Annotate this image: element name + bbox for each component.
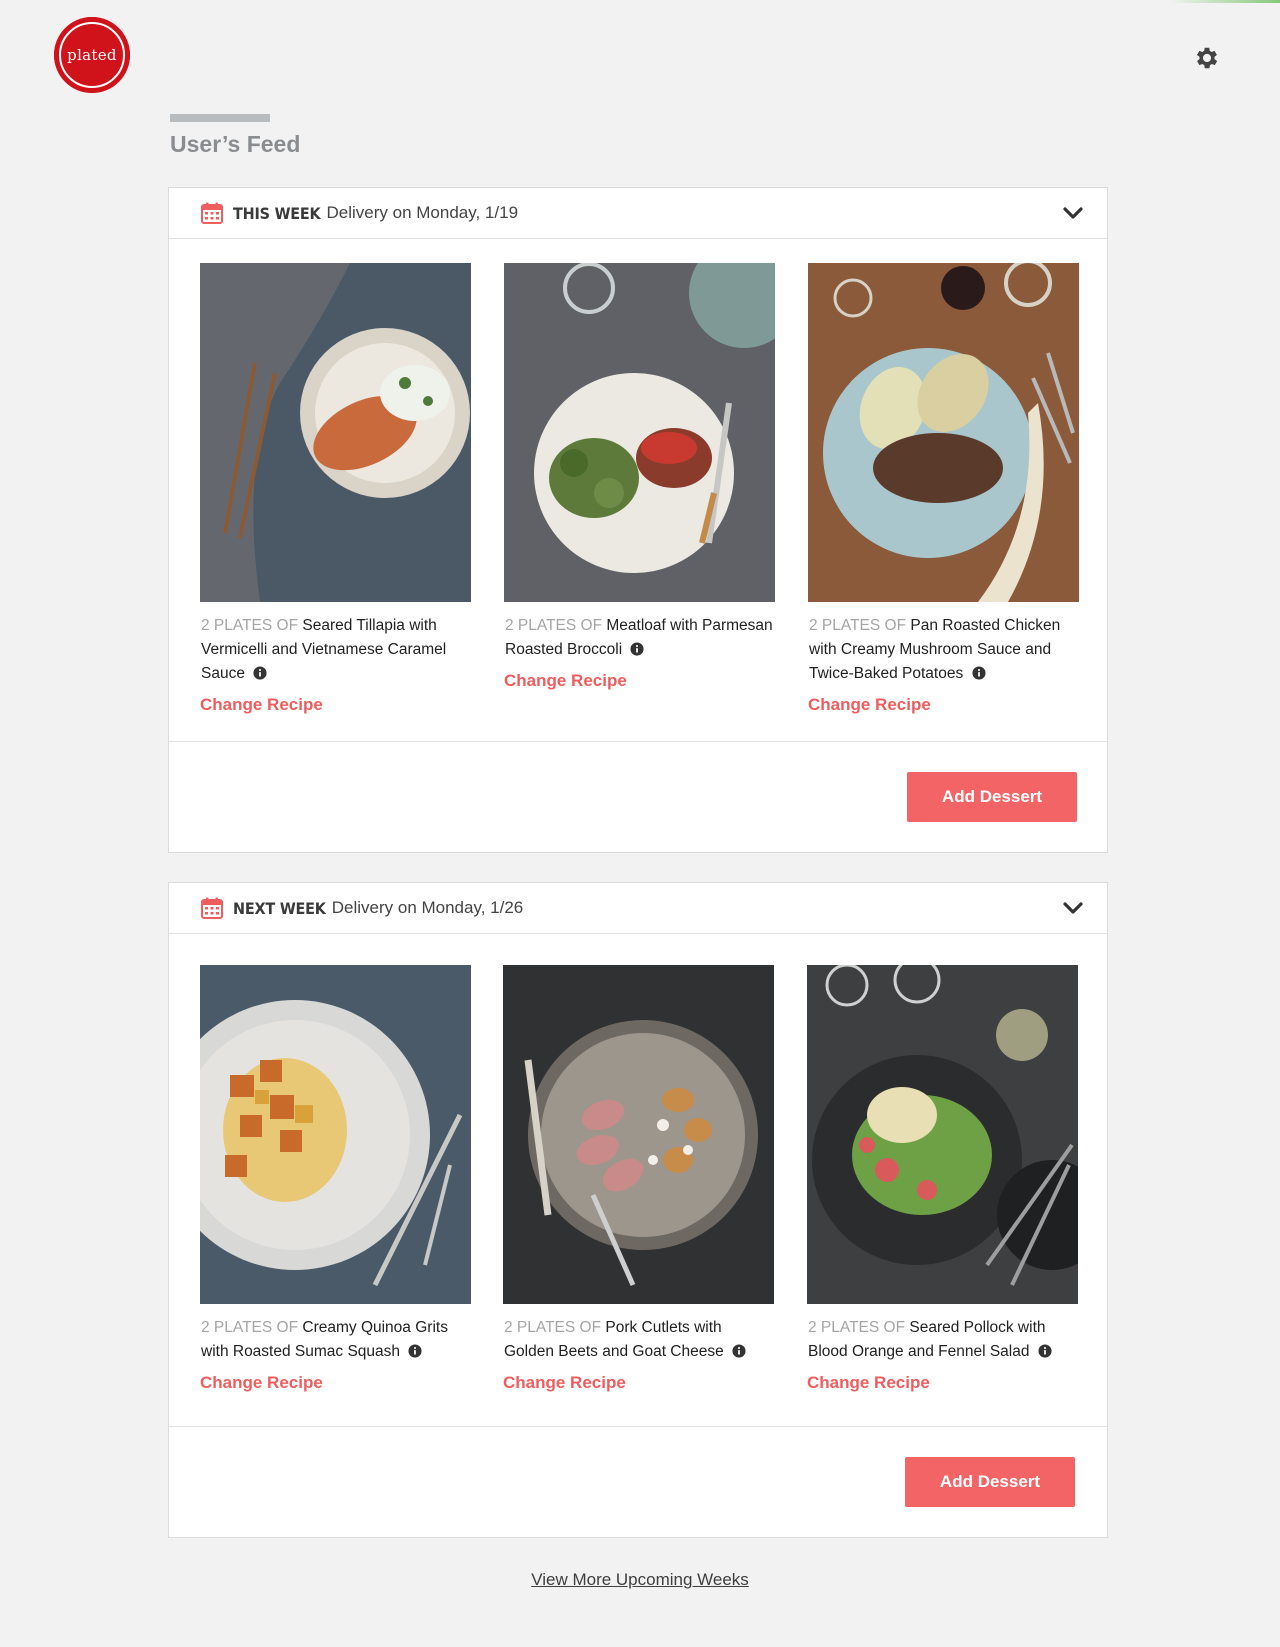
chevron-down-icon[interactable] (1063, 206, 1083, 220)
plated-logo[interactable]: plated (54, 17, 130, 93)
logo-text: plated (67, 46, 117, 64)
recipe-photo[interactable] (807, 965, 1078, 1304)
info-icon[interactable] (253, 666, 267, 680)
recipe-caption: 2 PLATES OF Seared Pollock with Blood Or… (807, 1316, 1078, 1364)
recipe-caption: 2 PLATES OF Meatloaf with Parmesan Roast… (504, 614, 775, 662)
top-right-accent (1170, 0, 1280, 3)
recipe-caption: 2 PLATES OF Pan Roasted Chicken with Cre… (808, 614, 1079, 686)
plates-count: 2 PLATES OF (809, 617, 907, 634)
recipe-card: 2 PLATES OF Pork Cutlets with Golden Bee… (503, 965, 774, 1393)
recipe-photo[interactable] (504, 263, 775, 602)
add-dessert-button[interactable]: Add Dessert (907, 772, 1077, 822)
recipe-photo[interactable] (503, 965, 774, 1304)
info-icon[interactable] (1038, 1344, 1052, 1358)
plates-count: 2 PLATES OF (201, 1319, 299, 1336)
info-icon[interactable] (732, 1344, 746, 1358)
change-recipe-link[interactable]: Change Recipe (504, 671, 775, 691)
add-dessert-button[interactable]: Add Dessert (905, 1457, 1075, 1507)
info-icon[interactable] (408, 1344, 422, 1358)
week-label: NEXT WEEK (233, 898, 326, 918)
info-icon[interactable] (630, 642, 645, 656)
delivery-date: Delivery on Monday, 1/26 (331, 898, 524, 917)
plates-count: 2 PLATES OF (504, 1319, 602, 1336)
page-title: User’s Feed (170, 131, 301, 157)
week-card-this-week: THIS WEEK Delivery on Monday, 1/19 2 PLA… (168, 187, 1108, 853)
week-label: THIS WEEK (233, 203, 321, 223)
delivery-date: Delivery on Monday, 1/19 (326, 203, 519, 222)
plates-count: 2 PLATES OF (505, 617, 603, 634)
card-footer: Add Dessert (169, 742, 1107, 852)
view-more-container: View More Upcoming Weeks (0, 1570, 1280, 1590)
change-recipe-link[interactable]: Change Recipe (807, 1373, 1078, 1393)
gear-icon[interactable] (1193, 44, 1221, 72)
plates-count: 2 PLATES OF (201, 617, 299, 634)
recipe-row: 2 PLATES OF Seared Tillapia with Vermice… (169, 239, 1107, 742)
recipe-photo[interactable] (200, 263, 471, 602)
change-recipe-link[interactable]: Change Recipe (200, 1373, 471, 1393)
recipe-row: 2 PLATES OF Creamy Quinoa Grits with Roa… (169, 934, 1107, 1427)
recipe-card: 2 PLATES OF Pan Roasted Chicken with Cre… (808, 263, 1079, 715)
recipe-card: 2 PLATES OF Seared Tillapia with Vermice… (200, 263, 471, 715)
week-header[interactable]: THIS WEEK Delivery on Monday, 1/19 (169, 188, 1107, 239)
recipe-caption: 2 PLATES OF Creamy Quinoa Grits with Roa… (200, 1316, 471, 1364)
recipe-caption: 2 PLATES OF Seared Tillapia with Vermice… (200, 614, 471, 686)
change-recipe-link[interactable]: Change Recipe (503, 1373, 774, 1393)
feed-title-bar (170, 114, 270, 122)
recipe-photo[interactable] (200, 965, 471, 1304)
change-recipe-link[interactable]: Change Recipe (808, 695, 1079, 715)
recipe-caption: 2 PLATES OF Pork Cutlets with Golden Bee… (503, 1316, 774, 1364)
change-recipe-link[interactable]: Change Recipe (200, 695, 471, 715)
view-more-weeks-link[interactable]: View More Upcoming Weeks (531, 1570, 749, 1589)
recipe-photo[interactable] (808, 263, 1079, 602)
week-card-next-week: NEXT WEEK Delivery on Monday, 1/26 2 PLA… (168, 882, 1108, 1538)
plates-count: 2 PLATES OF (808, 1319, 906, 1336)
card-footer: Add Dessert (169, 1427, 1107, 1537)
chevron-down-icon[interactable] (1063, 901, 1083, 915)
info-icon[interactable] (971, 666, 986, 680)
week-header[interactable]: NEXT WEEK Delivery on Monday, 1/26 (169, 883, 1107, 934)
recipe-card: 2 PLATES OF Creamy Quinoa Grits with Roa… (200, 965, 471, 1393)
calendar-icon (201, 897, 223, 919)
recipe-card: 2 PLATES OF Seared Pollock with Blood Or… (807, 965, 1078, 1393)
calendar-icon (201, 202, 223, 224)
recipe-card: 2 PLATES OF Meatloaf with Parmesan Roast… (504, 263, 775, 691)
